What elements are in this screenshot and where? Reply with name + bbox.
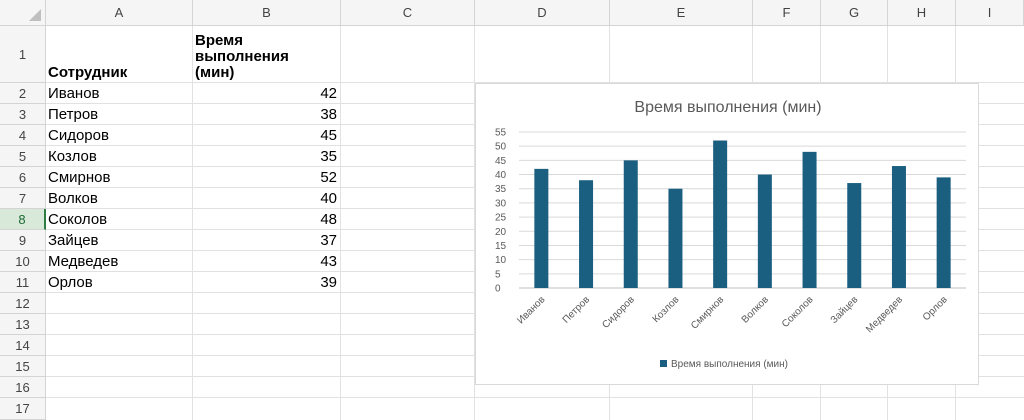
x-tick-label: Козлов	[651, 294, 682, 325]
row-header-12[interactable]: 12	[0, 293, 46, 314]
bar[interactable]	[936, 177, 951, 288]
time-value-cell[interactable]: 52	[193, 167, 341, 188]
row-header-10[interactable]: 10	[0, 251, 46, 272]
chart-title: Время выполнения (мин)	[634, 99, 821, 116]
employee-name-cell[interactable]: Петров	[46, 104, 193, 125]
x-tick-label: Сидоров	[600, 294, 637, 331]
x-tick-label: Зайцев	[829, 294, 861, 326]
employee-header: Сотрудник	[48, 64, 128, 81]
column-header-c[interactable]: C	[341, 0, 475, 26]
row-header-3[interactable]: 3	[0, 104, 46, 125]
row-header-9[interactable]: 9	[0, 230, 46, 251]
x-tick-label: Соколов	[780, 294, 816, 330]
select-all-corner[interactable]	[0, 0, 46, 26]
row-header-4[interactable]: 4	[0, 125, 46, 146]
y-tick-label: 10	[495, 255, 507, 266]
row-header-11[interactable]: 11	[0, 272, 46, 293]
x-tick-label: Иванов	[515, 294, 547, 326]
column-header-g[interactable]: G	[821, 0, 888, 26]
employee-name-cell[interactable]: Козлов	[46, 146, 193, 167]
spreadsheet: A B C D E F G H I 1 2 3 4 5 6 7 8 9 10 1…	[0, 0, 1024, 420]
x-tick-label: Орлов	[921, 294, 950, 323]
column-header-f[interactable]: F	[753, 0, 821, 26]
row-header-1[interactable]: 1	[0, 26, 46, 83]
time-header-line1: Время выполнения	[195, 32, 289, 65]
y-tick-label: 0	[495, 284, 501, 295]
time-value-cell[interactable]: 37	[193, 230, 341, 251]
chart-canvas: Время выполнения (мин) 0 5 10 15 20 25 30 35 40 4…	[495, 99, 966, 370]
legend-swatch	[660, 360, 667, 367]
y-tick-label: 45	[495, 156, 507, 167]
cell-a1[interactable]: Сотрудник	[46, 26, 193, 83]
time-value-cell[interactable]: 35	[193, 146, 341, 167]
x-tick-label: Медведев	[864, 294, 905, 335]
column-header-a[interactable]: A	[46, 0, 193, 26]
time-value-cell[interactable]: 42	[193, 83, 341, 104]
y-tick-label: 50	[495, 142, 507, 153]
employee-name-cell[interactable]: Медведев	[46, 251, 193, 272]
row-header-7[interactable]: 7	[0, 188, 46, 209]
bar[interactable]	[668, 188, 683, 288]
employee-name-cell[interactable]: Соколов	[46, 209, 193, 230]
bar[interactable]	[847, 183, 862, 288]
y-tick-label: 5	[495, 269, 501, 280]
employee-name-cell[interactable]: Сидоров	[46, 125, 193, 146]
row-header-13[interactable]: 13	[0, 314, 46, 335]
row-header-17[interactable]: 17	[0, 398, 46, 420]
cell-b1[interactable]: Время выполнения (мин)	[193, 26, 341, 83]
time-value-cell[interactable]: 40	[193, 188, 341, 209]
x-tick-label: Волков	[740, 294, 771, 325]
column-header-b[interactable]: B	[193, 0, 341, 26]
time-value-cell[interactable]: 38	[193, 104, 341, 125]
x-tick-label: Смирнов	[689, 294, 726, 331]
row-header-16[interactable]: 16	[0, 377, 46, 398]
select-all-icon	[29, 9, 41, 21]
column-header-i[interactable]: I	[956, 0, 1024, 26]
column-header-h[interactable]: H	[888, 0, 956, 26]
row-header-5[interactable]: 5	[0, 146, 46, 167]
column-header-d[interactable]: D	[475, 0, 610, 26]
bar[interactable]	[891, 166, 906, 288]
bar[interactable]	[623, 160, 638, 288]
y-tick-label: 40	[495, 170, 507, 181]
row-header-15[interactable]: 15	[0, 356, 46, 377]
legend-label: Время выполнения (мин)	[671, 359, 788, 370]
y-tick-label: 35	[495, 184, 507, 195]
y-tick-label: 15	[495, 241, 507, 252]
time-header-line2: (мин)	[195, 64, 235, 81]
employee-name-cell[interactable]: Волков	[46, 188, 193, 209]
employee-name-cell[interactable]: Смирнов	[46, 167, 193, 188]
employee-name-cell[interactable]: Зайцев	[46, 230, 193, 251]
bar[interactable]	[579, 180, 594, 288]
grid-line	[46, 397, 1024, 398]
time-value-cell[interactable]: 43	[193, 251, 341, 272]
y-tick-label: 55	[495, 128, 507, 139]
column-header-e[interactable]: E	[610, 0, 753, 26]
time-value-cell[interactable]: 48	[193, 209, 341, 230]
y-tick-label: 30	[495, 198, 507, 209]
y-tick-label: 25	[495, 213, 507, 224]
bar[interactable]	[802, 151, 817, 288]
y-tick-label: 20	[495, 227, 507, 238]
x-tick-label: Петров	[561, 294, 592, 325]
row-header-6[interactable]: 6	[0, 167, 46, 188]
row-header-8[interactable]: 8	[0, 209, 46, 230]
bar[interactable]	[713, 140, 728, 288]
bar[interactable]	[757, 174, 772, 288]
bar-chart[interactable]: Время выполнения (мин) 0 5 10 15 20 25 30 35 40 4…	[475, 83, 979, 385]
row-header-14[interactable]: 14	[0, 335, 46, 356]
time-value-cell[interactable]: 45	[193, 125, 341, 146]
row-header-2[interactable]: 2	[0, 83, 46, 104]
bar[interactable]	[534, 168, 549, 288]
employee-name-cell[interactable]: Орлов	[46, 272, 193, 293]
time-value-cell[interactable]: 39	[193, 272, 341, 293]
employee-name-cell[interactable]: Иванов	[46, 83, 193, 104]
